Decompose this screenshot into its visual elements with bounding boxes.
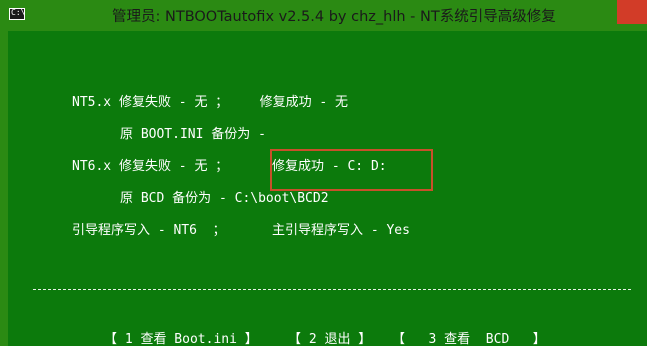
view-bcd-option[interactable]: 【 3 查看 BCD 】 xyxy=(392,332,546,346)
separator-line xyxy=(33,289,631,290)
boot-writer-line: 引导程序写入 - NT6 ； xyxy=(72,223,226,238)
exit-option[interactable]: 【 2 退出 】 xyxy=(288,332,371,346)
nt6-fail-line: NT6.x 修复失败 - 无 ； xyxy=(72,159,229,174)
master-boot-writer-line: 主引导程序写入 - Yes xyxy=(272,223,410,238)
console-app-icon[interactable]: C:\ xyxy=(9,8,25,20)
bcd-backup-line: 原 BCD 备份为 - C:\boot\BCD2 xyxy=(120,191,329,206)
console-window: C:\ 管理员: NTBOOTautofix v2.5.4 by chz_hlh… xyxy=(0,0,647,346)
nt5-status-line: NT5.x 修复失败 - 无 ； 修复成功 - 无 xyxy=(72,95,349,110)
window-title: 管理员: NTBOOTautofix v2.5.4 by chz_hlh - N… xyxy=(112,9,556,25)
console-output-area: NT5.x 修复失败 - 无 ； 修复成功 - 无 原 BOOT.INI 备份为… xyxy=(8,31,647,346)
close-button[interactable] xyxy=(617,0,647,24)
success-highlight-box xyxy=(270,149,433,191)
boot-ini-backup-line: 原 BOOT.INI 备份为 - xyxy=(120,127,266,142)
console-prompt-glyph: C:\ xyxy=(11,8,26,17)
title-bar[interactable]: C:\ 管理员: NTBOOTautofix v2.5.4 by chz_hlh… xyxy=(0,0,647,30)
view-boot-ini-option[interactable]: 【 1 查看 Boot.ini 】 xyxy=(104,332,258,346)
